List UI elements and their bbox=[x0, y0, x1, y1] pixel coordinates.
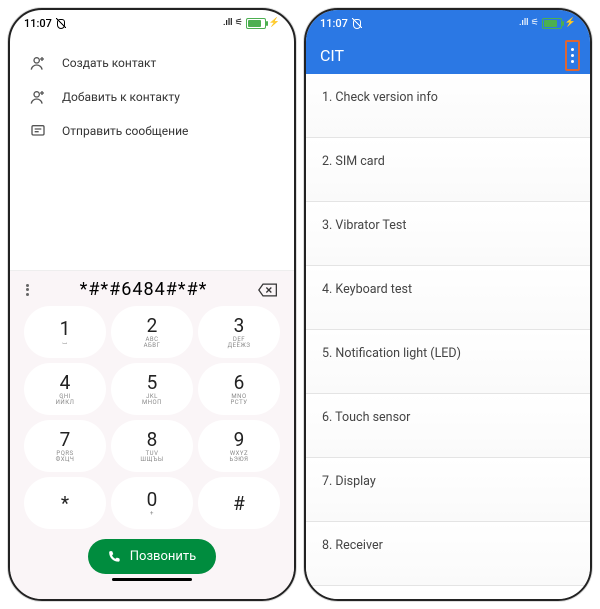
actions-list: Создать контакт Добавить к контакту Отпр… bbox=[10, 36, 294, 158]
mute-icon bbox=[352, 18, 362, 28]
key-sub: PQRSФХЦЧ bbox=[56, 451, 75, 463]
list-item[interactable]: 7. Display bbox=[306, 458, 590, 522]
key-sub: ⌴ bbox=[62, 340, 67, 346]
app-title: CIT bbox=[320, 46, 344, 65]
key-9[interactable]: 9 WXYZЬЭЮЯ bbox=[198, 420, 280, 472]
list-item[interactable]: 3. Vibrator Test bbox=[306, 202, 590, 266]
key-digit: * bbox=[61, 494, 69, 513]
list-item[interactable]: 2. SIM card bbox=[306, 138, 590, 202]
status-time: 11:07 bbox=[320, 17, 348, 30]
app-header: CIT bbox=[306, 36, 590, 74]
battery-icon bbox=[246, 18, 266, 29]
backspace-icon[interactable] bbox=[258, 283, 278, 297]
key-digit: 7 bbox=[60, 430, 71, 449]
key-digit: 6 bbox=[234, 373, 245, 392]
key-#[interactable]: # bbox=[198, 477, 280, 529]
key-digit: 4 bbox=[60, 373, 71, 392]
key-digit: # bbox=[233, 494, 245, 513]
key-5[interactable]: 5 JKLМНОП bbox=[111, 363, 193, 415]
key-sub: TUVШЩЪЫ bbox=[140, 451, 163, 463]
key-2[interactable]: 2 ABCАБВГ bbox=[111, 306, 193, 358]
key-sub: DEFДЕЁЖЗ bbox=[228, 337, 251, 349]
list-item[interactable]: 9. bottom_speaker bbox=[306, 586, 590, 599]
key-sub: WXYZЬЭЮЯ bbox=[230, 451, 249, 463]
home-indicator[interactable] bbox=[112, 578, 192, 581]
key-digit: 5 bbox=[147, 373, 158, 392]
status-bar: 11:07 .ıll ⚟ ⚡ bbox=[10, 10, 294, 36]
battery-icon bbox=[542, 18, 562, 29]
call-label: Позвонить bbox=[130, 549, 196, 564]
key-6[interactable]: 6 MNOРСТУ bbox=[198, 363, 280, 415]
action-label: Добавить к контакту bbox=[62, 90, 180, 104]
key-3[interactable]: 3 DEFДЕЁЖЗ bbox=[198, 306, 280, 358]
action-label: Создать контакт bbox=[62, 56, 156, 70]
status-time: 11:07 bbox=[24, 17, 52, 30]
list-item[interactable]: 6. Touch sensor bbox=[306, 394, 590, 458]
action-send-message[interactable]: Отправить сообщение bbox=[10, 114, 294, 148]
status-icons: .ıll ⚟ ⚡ bbox=[223, 18, 280, 29]
call-button[interactable]: Позвонить bbox=[88, 539, 216, 574]
cit-phone: 11:07 .ıll ⚟ ⚡ CIT 1. Check version info… bbox=[304, 8, 592, 601]
dialed-number: *#*#6484#*#* bbox=[29, 279, 258, 300]
mute-icon bbox=[56, 18, 66, 28]
key-sub: ABCАБВГ bbox=[144, 337, 161, 349]
key-digit: 1 bbox=[60, 319, 71, 338]
key-sub: JKLМНОП bbox=[142, 394, 162, 406]
key-8[interactable]: 8 TUVШЩЪЫ bbox=[111, 420, 193, 472]
status-icons: .ıll ⚟ ⚡ bbox=[519, 18, 576, 29]
key-digit: 9 bbox=[234, 430, 245, 449]
key-*[interactable]: * bbox=[24, 477, 106, 529]
action-add-to-contact[interactable]: Добавить к контакту bbox=[10, 80, 294, 114]
key-digit: 2 bbox=[147, 316, 158, 335]
key-sub: MNOРСТУ bbox=[231, 394, 248, 406]
list-item[interactable]: 8. Receiver bbox=[306, 522, 590, 586]
status-bar: 11:07 .ıll ⚟ ⚡ bbox=[306, 10, 590, 36]
list-item[interactable]: 1. Check version info bbox=[306, 74, 590, 138]
key-0[interactable]: 0+ bbox=[111, 477, 193, 529]
key-digit: 0 bbox=[147, 490, 158, 509]
action-label: Отправить сообщение bbox=[62, 124, 188, 138]
dialer-panel: *#*#6484#*#* 1⌴2ABCАБВГ3DEFДЕЁЖЗ4GHIИЙКЛ… bbox=[10, 270, 294, 599]
test-list: 1. Check version info2. SIM card3. Vibra… bbox=[306, 74, 590, 599]
list-item[interactable]: 5. Notification light (LED) bbox=[306, 330, 590, 394]
key-digit: 3 bbox=[234, 316, 245, 335]
list-item[interactable]: 4. Keyboard test bbox=[306, 266, 590, 330]
key-sub: + bbox=[150, 511, 154, 517]
key-7[interactable]: 7 PQRSФХЦЧ bbox=[24, 420, 106, 472]
overflow-menu-icon[interactable] bbox=[565, 40, 580, 71]
key-digit: 8 bbox=[147, 430, 158, 449]
add-person-icon bbox=[30, 89, 46, 105]
add-person-icon bbox=[30, 55, 46, 71]
phone-icon bbox=[108, 550, 122, 564]
key-sub: GHIИЙКЛ bbox=[56, 394, 75, 406]
keypad: 1⌴2ABCАБВГ3DEFДЕЁЖЗ4GHIИЙКЛ5JKLМНОП6MNOР… bbox=[16, 306, 288, 529]
action-create-contact[interactable]: Создать контакт bbox=[10, 46, 294, 80]
key-1[interactable]: 1⌴ bbox=[24, 306, 106, 358]
message-icon bbox=[30, 123, 46, 139]
key-4[interactable]: 4 GHIИЙКЛ bbox=[24, 363, 106, 415]
dialer-phone: 11:07 .ıll ⚟ ⚡ Создать контакт Добавить … bbox=[8, 8, 296, 601]
